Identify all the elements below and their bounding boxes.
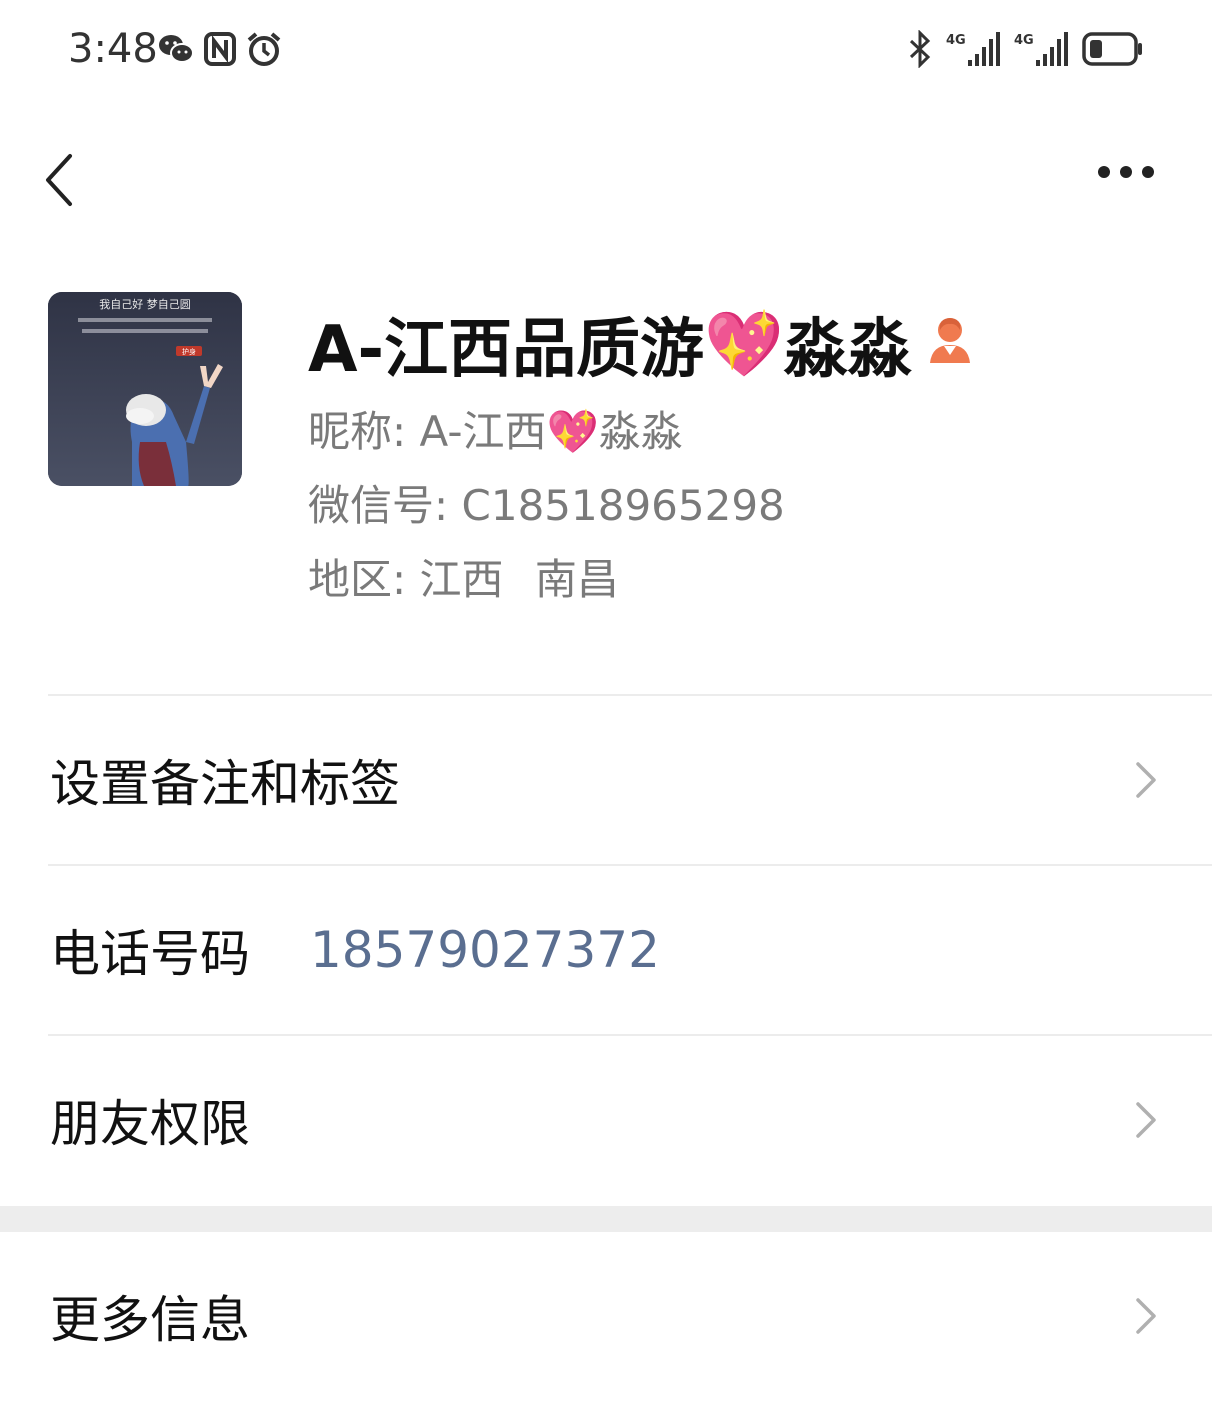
wechat-id-value[interactable]: C18518965298 <box>462 481 785 530</box>
chevron-left-icon <box>46 154 72 206</box>
heart-emoji-icon: 💖 <box>704 307 784 382</box>
status-left-icons <box>158 28 282 70</box>
wechat-id-line: 微信号: C18518965298 <box>308 472 785 533</box>
nickname-label: 昵称: <box>308 407 407 456</box>
region-city: 南昌 <box>534 555 619 604</box>
friend-permissions-row[interactable]: 朋友权限 <box>0 1036 1212 1204</box>
nickname-heart-emoji-icon: 💖 <box>546 407 599 456</box>
more-button[interactable] <box>1094 148 1164 198</box>
remarks-and-tags-label: 设置备注和标签 <box>50 755 400 813</box>
back-button[interactable] <box>36 140 96 210</box>
wechat-id-label: 微信号: <box>308 481 449 530</box>
profile-header: 我自己好 梦自己圆 护身 A-江西品质游 💖 淼淼 昵称: A-江西💖淼淼 微信… <box>0 290 1212 620</box>
display-name: A-江西品质游 💖 淼淼 <box>308 298 974 390</box>
more-info-label: 更多信息 <box>50 1291 250 1349</box>
nickname-prefix: A-江西 <box>419 407 547 456</box>
female-user-icon <box>926 307 974 381</box>
nickname-value: A-江西💖淼淼 <box>420 407 683 456</box>
remarks-and-tags-row[interactable]: 设置备注和标签 <box>0 696 1212 864</box>
chevron-right-icon <box>1136 762 1156 798</box>
chevron-right-icon <box>1136 1102 1156 1138</box>
nickname-line: 昵称: A-江西💖淼淼 <box>308 398 683 459</box>
avatar[interactable]: 我自己好 梦自己圆 护身 <box>48 292 242 486</box>
bluetooth-icon <box>908 28 932 70</box>
network-label-1: 4G <box>946 33 966 48</box>
wechat-icon <box>158 28 194 70</box>
display-name-prefix: A-江西品质游 <box>308 313 705 387</box>
nfc-icon <box>204 28 236 70</box>
status-time: 3:48 <box>68 26 158 72</box>
avatar-tag: 护身 <box>182 347 196 356</box>
chevron-right-icon <box>1136 1298 1156 1334</box>
alarm-icon <box>246 28 282 70</box>
region-label: 地区: <box>308 555 407 604</box>
friend-permissions-label: 朋友权限 <box>50 1095 250 1153</box>
status-bar: 3:48 4G 4G <box>0 0 1212 100</box>
section-separator <box>0 1206 1212 1232</box>
avatar-caption: 我自己好 梦自己圆 <box>99 297 191 311</box>
signal-4g-1-icon: 4G <box>946 28 1000 70</box>
display-name-suffix: 淼淼 <box>783 313 912 387</box>
battery-icon <box>1082 28 1144 70</box>
more-horizontal-icon <box>1098 166 1154 178</box>
top-nav <box>0 130 1212 220</box>
phone-number-link[interactable]: 18579027372 <box>310 921 660 979</box>
region-province: 江西 <box>419 555 504 604</box>
phone-row[interactable]: 电话号码 18579027372 <box>0 866 1212 1034</box>
status-right-icons: 4G 4G <box>908 28 1144 70</box>
nickname-suffix: 淼淼 <box>598 407 683 456</box>
region-line: 地区: 江西 南昌 <box>308 546 619 607</box>
more-info-row[interactable]: 更多信息 <box>0 1232 1212 1402</box>
network-label-2: 4G <box>1014 33 1034 48</box>
phone-label: 电话号码 <box>50 925 250 983</box>
signal-4g-2-icon: 4G <box>1014 28 1068 70</box>
